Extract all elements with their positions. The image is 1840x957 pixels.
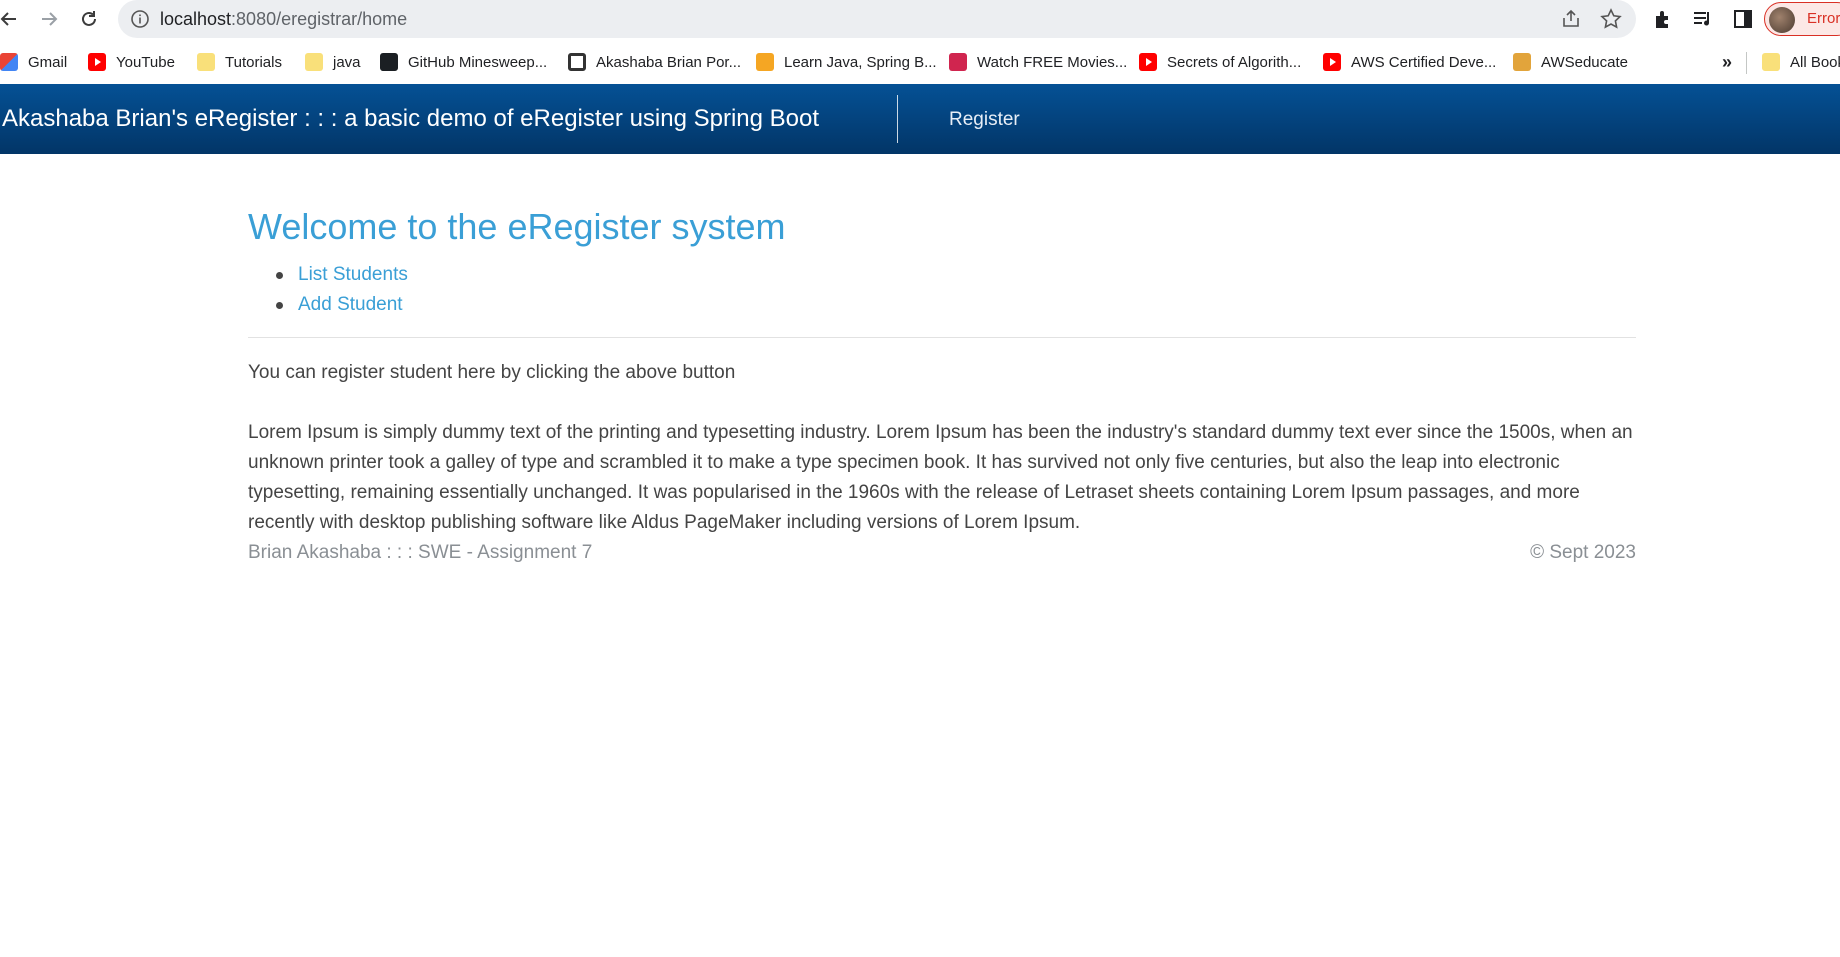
youtube-icon: [1323, 53, 1341, 71]
site-info-icon[interactable]: [130, 9, 150, 29]
add-student-link[interactable]: Add Student: [298, 294, 403, 315]
extensions-puzzle-icon[interactable]: [1652, 8, 1674, 30]
folder-icon: [1762, 53, 1780, 71]
bookmark-label: java: [333, 53, 361, 71]
bookmark-aws-certified[interactable]: AWS Certified Deve...: [1323, 51, 1496, 73]
bookmark-label: Tutorials: [225, 53, 282, 71]
bookmark-label: Learn Java, Spring B...: [784, 53, 937, 71]
bookmark-label: YouTube: [116, 53, 175, 71]
lead-text: You can register student here by clickin…: [248, 362, 736, 383]
forward-arrow-icon: [42, 12, 58, 26]
header-divider: [897, 95, 898, 143]
bookmark-label: All Bookmarks: [1790, 53, 1840, 71]
browser-toolbar: localhost:8080/eregistrar/home Error: [0, 0, 1840, 38]
reload-icon: [82, 11, 96, 26]
brand-title[interactable]: Akashaba Brian's eRegister : : : a basic…: [2, 105, 819, 133]
bookmark-label: Gmail: [28, 53, 68, 71]
bookmark-label: Watch FREE Movies...: [977, 53, 1128, 71]
side-panel-icon[interactable]: [1732, 8, 1754, 30]
media-queue-icon[interactable]: [1692, 8, 1714, 30]
profile-button[interactable]: Error: [1764, 2, 1840, 36]
aws-icon: [1513, 53, 1531, 71]
bookmark-akashaba-portfolio[interactable]: Akashaba Brian Por...: [568, 51, 741, 73]
bookmark-java[interactable]: java: [305, 51, 361, 73]
bookmark-label: Akashaba Brian Por...: [596, 53, 742, 71]
nav-register-link[interactable]: Register: [949, 109, 1020, 131]
action-list: List Students Add Student: [248, 260, 408, 320]
globe-icon: [568, 53, 586, 71]
list-item: List Students: [248, 260, 408, 290]
folder-icon: [197, 53, 215, 71]
url-text[interactable]: localhost:8080/eregistrar/home: [160, 9, 407, 30]
back-button[interactable]: [0, 4, 24, 34]
code-icon: [756, 53, 774, 71]
bookmark-learn-java[interactable]: Learn Java, Spring B...: [756, 51, 937, 73]
bookmark-label: AWS Certified Deve...: [1351, 53, 1497, 71]
youtube-icon: [1139, 53, 1157, 71]
bookmarks-divider: [1746, 52, 1747, 74]
bookmark-label: AWSeducate: [1541, 53, 1628, 71]
bookmark-gmail[interactable]: Gmail: [0, 51, 67, 73]
youtube-icon: [88, 53, 106, 71]
avatar: [1769, 7, 1795, 33]
movie-icon: [949, 53, 967, 71]
app-header: Akashaba Brian's eRegister : : : a basic…: [0, 84, 1840, 154]
list-item: Add Student: [248, 290, 408, 320]
bookmark-tutorials[interactable]: Tutorials: [197, 51, 282, 73]
bookmark-awseducate[interactable]: AWSeducate: [1513, 51, 1628, 73]
page-title: Welcome to the eRegister system: [248, 206, 786, 247]
bookmark-secrets-algorithms[interactable]: Secrets of Algorith...: [1139, 51, 1301, 73]
bookmark-label: GitHub Minesweep...: [408, 53, 548, 71]
github-icon: [380, 53, 398, 71]
list-students-link[interactable]: List Students: [298, 264, 408, 285]
horizontal-divider: [248, 337, 1636, 338]
body-paragraph: Lorem Ipsum is simply dummy text of the …: [248, 422, 1633, 533]
url-path: :8080/eregistrar/home: [231, 9, 408, 29]
address-bar[interactable]: localhost:8080/eregistrar/home: [118, 0, 1636, 38]
reload-button[interactable]: [74, 4, 104, 34]
bookmark-star-icon[interactable]: [1600, 8, 1622, 30]
footer-author: Brian Akashaba : : : SWE - Assignment 7: [248, 542, 593, 563]
back-arrow-icon: [0, 12, 16, 26]
all-bookmarks-folder[interactable]: All Bookmarks: [1762, 51, 1840, 73]
bookmark-label: Secrets of Algorith...: [1167, 53, 1302, 71]
bookmark-youtube[interactable]: YouTube: [88, 51, 175, 73]
bookmarks-bar: Gmail YouTube Tutorials java GitHub Mine…: [0, 44, 1840, 80]
bookmark-github-minesweeper[interactable]: GitHub Minesweep...: [380, 51, 547, 73]
bookmark-watch-movies[interactable]: Watch FREE Movies...: [949, 51, 1127, 73]
folder-icon: [305, 53, 323, 71]
bookmarks-overflow-button[interactable]: »: [1722, 52, 1732, 73]
profile-error-label: Error: [1807, 10, 1840, 27]
footer-copyright: © Sept 2023: [1530, 542, 1636, 563]
url-host: localhost: [160, 9, 232, 29]
gmail-icon: [0, 53, 18, 71]
forward-button[interactable]: [34, 4, 64, 34]
share-icon[interactable]: [1560, 8, 1582, 30]
